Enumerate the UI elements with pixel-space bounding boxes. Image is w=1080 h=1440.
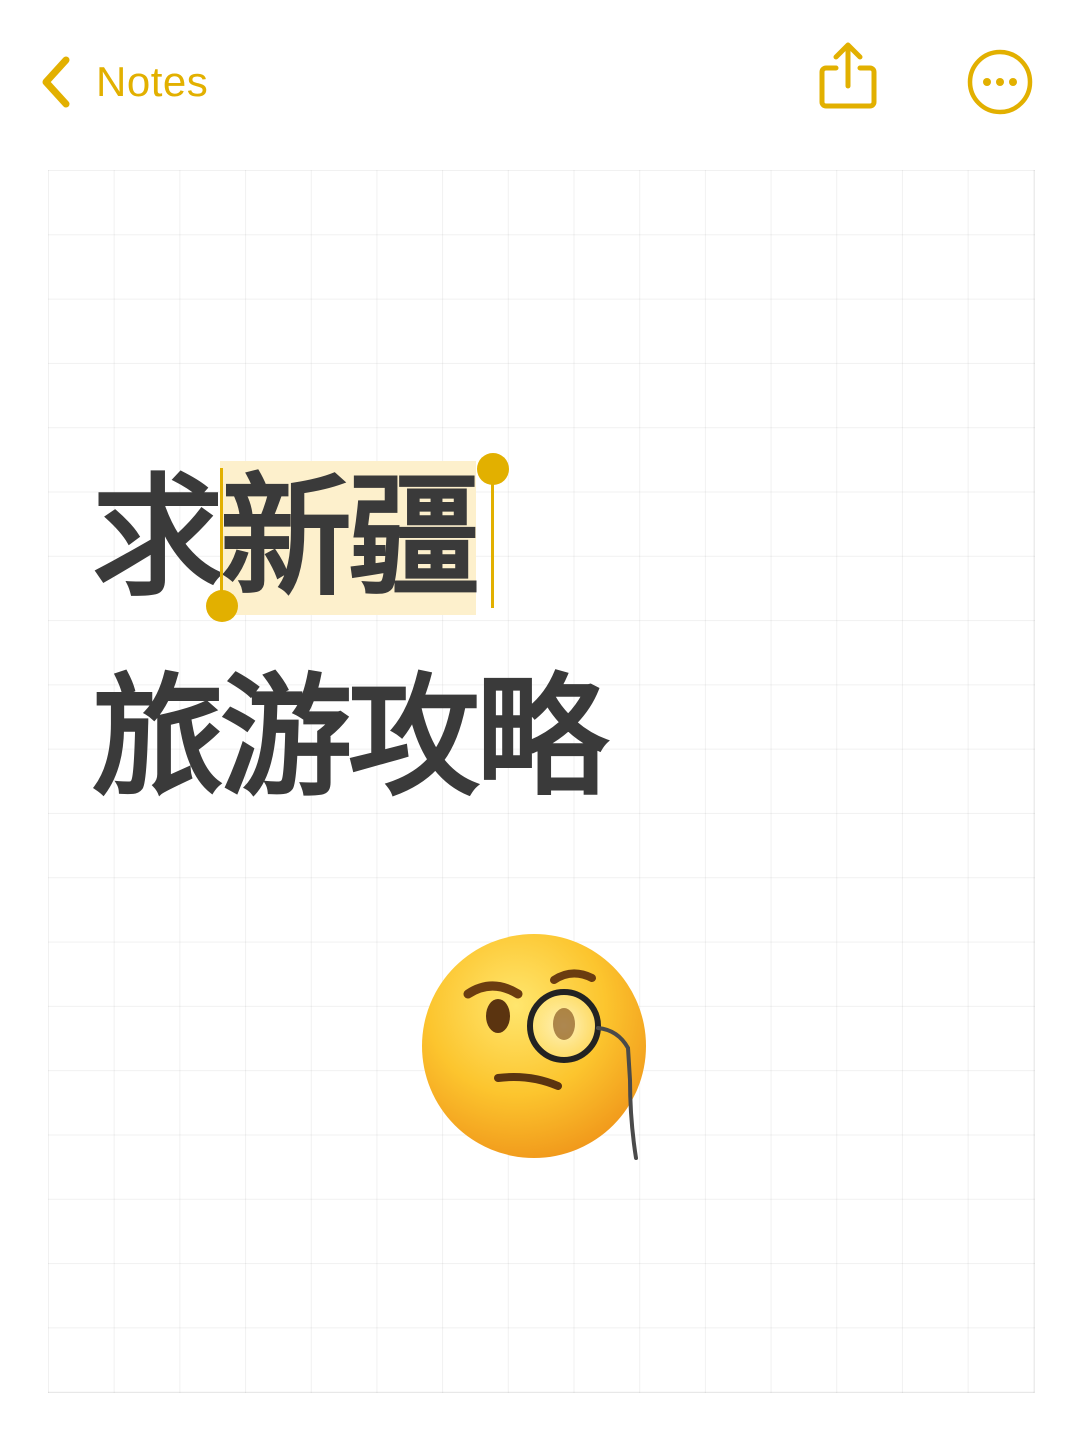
back-label: Notes xyxy=(96,58,209,105)
chevron-left-icon xyxy=(42,56,70,108)
share-button[interactable] xyxy=(812,38,884,118)
selection-caret-start xyxy=(220,468,223,608)
note-title-line-1[interactable]: 求新疆 xyxy=(92,461,480,615)
share-icon xyxy=(819,42,877,109)
selection-handle-end[interactable] xyxy=(477,453,509,485)
back-button[interactable]: Notes xyxy=(36,50,208,114)
ellipsis-circle-icon xyxy=(967,49,1033,115)
selection-caret-end xyxy=(491,468,494,608)
face-with-monocle-emoji xyxy=(422,934,646,1160)
more-options-button[interactable] xyxy=(966,48,1034,116)
note-title-line-2[interactable]: 旅游攻略 xyxy=(92,672,608,804)
navigation-bar: Notes xyxy=(0,0,1080,160)
selection-handle-start[interactable] xyxy=(206,590,238,622)
selected-text[interactable]: 新疆 xyxy=(220,461,480,615)
notes-page: Notes 求新疆 旅游攻略 xyxy=(0,0,1080,1440)
title-prefix: 求 xyxy=(92,461,224,615)
